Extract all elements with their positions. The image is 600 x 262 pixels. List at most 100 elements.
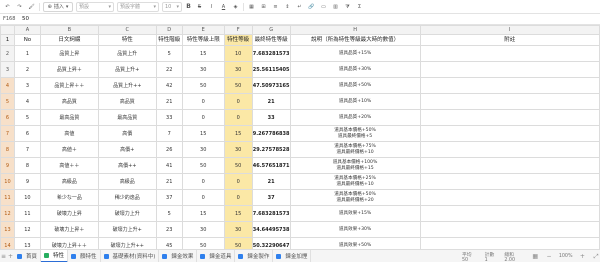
insert-button[interactable]: ⊕ 插入 ▾ [43, 1, 73, 12]
strikethrough-icon[interactable]: S [195, 2, 204, 11]
name-cell[interactable]: 最高品質 [39, 109, 99, 126]
header-cell[interactable]: 特性階級 [155, 34, 183, 46]
column-header-g[interactable]: G [251, 25, 291, 35]
trait-cell[interactable]: 高價 [97, 125, 157, 142]
grade-cell[interactable]: 15 [223, 205, 253, 222]
level-cell[interactable]: 7 [155, 125, 183, 142]
effect-grade-cell[interactable]: 21 [251, 173, 291, 190]
note-cell[interactable] [419, 141, 600, 158]
column-header-i[interactable]: I [419, 25, 600, 35]
header-cell[interactable]: No [13, 34, 41, 46]
chart-icon[interactable]: ▥ [331, 2, 340, 11]
level-cell[interactable]: 22 [155, 61, 183, 78]
sheet-tab[interactable]: 鍊金效果 [159, 249, 198, 262]
row-number[interactable]: 5 [0, 93, 15, 110]
level-cell[interactable]: 42 [155, 77, 183, 94]
text-color-icon[interactable]: A [219, 2, 228, 11]
note-cell[interactable] [419, 221, 600, 238]
row-number[interactable]: 8 [0, 141, 15, 158]
max-level-cell[interactable]: 0 [181, 173, 225, 190]
trait-cell[interactable]: 高價++ [97, 157, 157, 174]
name-cell[interactable]: 破壊力上昇 [39, 205, 99, 222]
trait-cell[interactable]: 最高品質 [97, 109, 157, 126]
grade-cell[interactable]: 15 [223, 125, 253, 142]
description-cell[interactable]: 道具品質+30% [289, 61, 421, 78]
level-cell[interactable]: 33 [155, 109, 183, 126]
max-level-cell[interactable]: 0 [181, 93, 225, 110]
note-cell[interactable] [419, 109, 600, 126]
effect-grade-cell[interactable]: 37 [251, 189, 291, 206]
name-cell[interactable]: 高値 [39, 125, 99, 142]
name-cell[interactable]: 高品質 [39, 93, 99, 110]
no-cell[interactable]: 7 [13, 141, 41, 158]
trait-cell[interactable]: 破壞力上升+ [97, 221, 157, 238]
description-cell[interactable]: 道具基本價格+25% 道具最終價格+10 [289, 173, 421, 190]
sheet-tab[interactable]: 鍊金加煙 [273, 249, 312, 262]
italic-icon[interactable]: I [207, 2, 216, 11]
zoom-out-icon[interactable]: − [545, 253, 553, 260]
description-cell[interactable]: 道具基本價格+100% 道具最終價格+15 [289, 157, 421, 174]
row-number[interactable]: 2 [0, 45, 15, 62]
effect-grade-cell[interactable]: 47.50973165 [251, 77, 291, 94]
note-cell[interactable] [419, 77, 600, 94]
row-number[interactable]: 1 [0, 34, 15, 46]
effect-grade-cell[interactable]: 33 [251, 109, 291, 126]
description-cell[interactable]: 道具基本價格+50% 道具最終價格+20 [289, 189, 421, 206]
name-cell[interactable]: 希少な一品 [39, 189, 99, 206]
add-sheet-icon[interactable]: + [7, 253, 14, 260]
sheet-tab[interactable]: 顏特性 [68, 249, 101, 262]
column-header-e[interactable]: E [181, 25, 225, 35]
max-level-cell[interactable]: 15 [181, 45, 225, 62]
align-icon[interactable]: ≡ [271, 2, 280, 11]
row-number[interactable]: 4 [0, 77, 15, 94]
level-cell[interactable]: 5 [155, 205, 183, 222]
description-cell[interactable]: 道具品質+20% [289, 109, 421, 126]
note-cell[interactable] [419, 45, 600, 62]
level-cell[interactable]: 21 [155, 173, 183, 190]
effect-grade-cell[interactable]: 46.57651871 [251, 157, 291, 174]
level-cell[interactable]: 23 [155, 221, 183, 238]
merge-cells-icon[interactable]: ⊞ [259, 2, 268, 11]
bold-button[interactable]: B [185, 2, 192, 12]
header-cell[interactable]: 日文詞綴 [39, 34, 99, 46]
fullscreen-icon[interactable]: ⤢ [592, 253, 600, 261]
row-number[interactable]: 7 [0, 125, 15, 142]
no-cell[interactable]: 2 [13, 61, 41, 78]
grade-cell[interactable]: 0 [223, 173, 253, 190]
sheet-tab[interactable]: 鍊金製作 [235, 249, 274, 262]
description-cell[interactable]: 道具品質+15% [289, 45, 421, 62]
font-select[interactable]: 預設字體 ▾ [117, 1, 159, 12]
level-cell[interactable]: 5 [155, 45, 183, 62]
effect-grade-cell[interactable]: 29.27578528 [251, 141, 291, 158]
description-cell[interactable]: 道具基本價格+75% 道具最終價格+10 [289, 141, 421, 158]
style-select[interactable]: 預設 ▾ [76, 1, 114, 12]
effect-grade-cell[interactable]: 9.267786838 [251, 125, 291, 142]
grade-cell[interactable]: 50 [223, 77, 253, 94]
max-level-cell[interactable]: 30 [181, 221, 225, 238]
max-level-cell[interactable]: 30 [181, 141, 225, 158]
no-cell[interactable]: 1 [13, 45, 41, 62]
name-cell[interactable]: 破壊力上昇＋ [39, 221, 99, 238]
effect-grade-cell[interactable]: 21 [251, 93, 291, 110]
column-header-b[interactable]: B [39, 25, 99, 35]
name-cell[interactable]: 品質上昇＋＋ [39, 77, 99, 94]
name-cell[interactable]: 品質上昇 [39, 45, 99, 62]
trait-cell[interactable]: 高品質 [97, 93, 157, 110]
zoom-in-icon[interactable]: + [579, 253, 587, 260]
description-cell[interactable]: 道具品質+10% [289, 93, 421, 110]
no-cell[interactable]: 8 [13, 157, 41, 174]
level-cell[interactable]: 21 [155, 93, 183, 110]
effect-grade-cell[interactable]: 34.64495738 [251, 221, 291, 238]
trait-cell[interactable]: 品質上升++ [97, 77, 157, 94]
grade-cell[interactable]: 50 [223, 157, 253, 174]
grade-cell[interactable]: 0 [223, 189, 253, 206]
undo-icon[interactable]: ↶ [3, 2, 12, 11]
description-cell[interactable]: 道具效果+30% [289, 221, 421, 238]
row-number[interactable]: 13 [0, 221, 15, 238]
redo-icon[interactable]: ↷ [15, 2, 24, 11]
grid-view-icon[interactable]: ▦ [531, 253, 539, 260]
description-cell[interactable]: 道具品質+50% [289, 77, 421, 94]
sheet-tab[interactable]: 首頁 [14, 249, 42, 262]
header-cell[interactable]: 特性等級上限 [181, 34, 225, 46]
row-number[interactable]: 12 [0, 205, 15, 222]
